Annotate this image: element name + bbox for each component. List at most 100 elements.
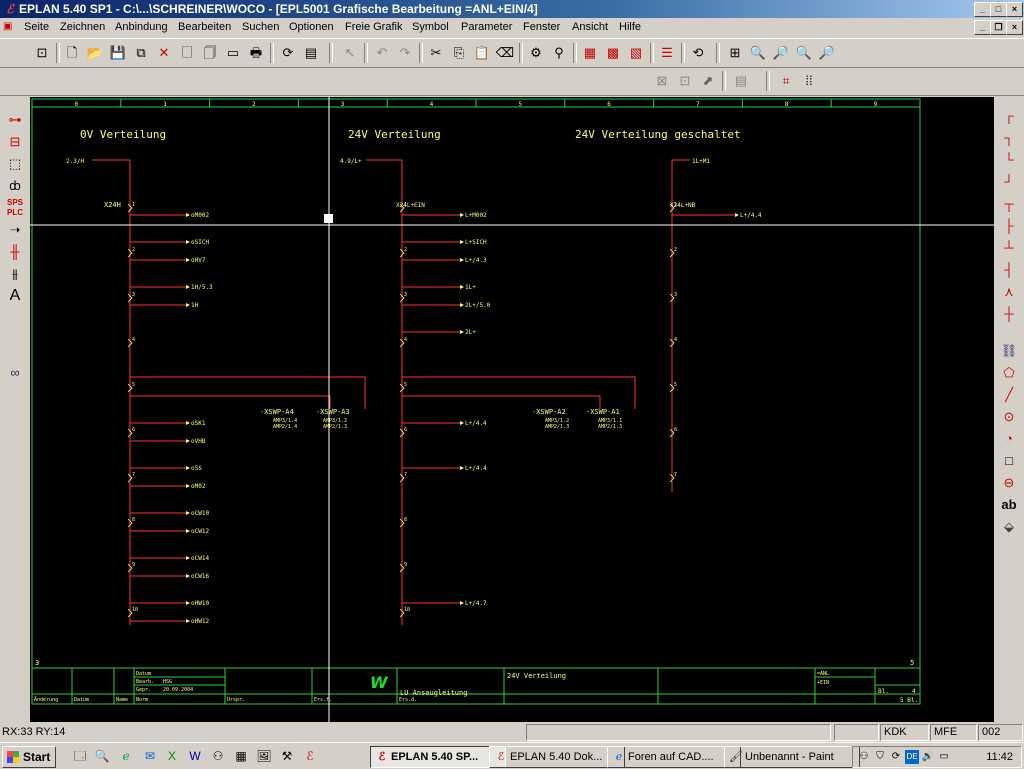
doc-minimize-button[interactable]: _	[974, 20, 991, 35]
maximize-button[interactable]: □	[990, 2, 1007, 17]
page-copy-icon[interactable]: ▭	[223, 43, 243, 63]
schematic-icon[interactable]: ⊶	[3, 110, 27, 130]
zoom-window-icon[interactable]: 🔎	[771, 43, 791, 63]
grid-snap-icon[interactable]: ⌗	[776, 71, 796, 91]
glasses-icon[interactable]: ∞	[3, 363, 27, 383]
redo-icon[interactable]: ↷	[395, 43, 415, 63]
minimize-button[interactable]: _	[974, 2, 991, 17]
contact-icon[interactable]: ȸ	[3, 176, 27, 196]
doc-restore-button[interactable]: ❐	[990, 20, 1007, 35]
tee-right-icon[interactable]: ├	[997, 216, 1021, 236]
corner-bottom-left-icon[interactable]: └	[997, 150, 1021, 170]
calculator-icon[interactable]: ▦	[233, 748, 249, 764]
list-icon[interactable]: ☰	[657, 43, 677, 63]
device-icon[interactable]: ⊟	[3, 132, 27, 152]
sps-plc-icon[interactable]: SPS PLC	[3, 198, 27, 218]
rectangle-icon[interactable]: □	[997, 451, 1021, 471]
page-properties-icon[interactable]: ▤	[301, 43, 321, 63]
connection-icon[interactable]: ⚲	[549, 43, 569, 63]
menu-zeichnen[interactable]: Zeichnen	[60, 18, 105, 36]
delete-icon[interactable]: ✕	[154, 43, 174, 63]
copy-icon[interactable]: ⎘	[449, 43, 469, 63]
menu-symbol[interactable]: Symbol	[412, 18, 449, 36]
cable-route-icon[interactable]: ⬈	[698, 71, 718, 91]
security-tray-icon[interactable]: ⛉	[873, 750, 887, 764]
tee-up-icon[interactable]: ┴	[997, 238, 1021, 258]
menu-ansicht[interactable]: Ansicht	[572, 18, 608, 36]
search-icon[interactable]: 🔍	[94, 748, 110, 764]
copy-page-icon[interactable]: ⧉	[131, 43, 151, 63]
menu-bearbeiten[interactable]: Bearbeiten	[178, 18, 231, 36]
polyline-icon[interactable]: ⬠	[997, 363, 1021, 383]
page-prev-icon[interactable]: 🗌	[177, 43, 197, 63]
eplan-quick-icon[interactable]: ℰ	[302, 748, 318, 764]
circle-icon[interactable]: ⊙	[997, 407, 1021, 427]
tools-icon[interactable]: ⚒	[279, 748, 295, 764]
outlook-icon[interactable]: ✉	[142, 748, 158, 764]
network-tray-icon[interactable]: ⚇	[857, 750, 871, 764]
corner-top-left-icon[interactable]: ┌	[997, 106, 1021, 126]
paste-icon[interactable]: 📋	[472, 43, 492, 63]
word-icon[interactable]: W	[187, 748, 203, 764]
doc-close-button[interactable]: ×	[1006, 20, 1023, 35]
task-eplan-doc[interactable]: ℰ EPLAN 5.40 Dok...	[489, 746, 625, 768]
excel-icon[interactable]: X	[164, 748, 180, 764]
text-ab-icon[interactable]: ab	[997, 495, 1021, 515]
drawing-canvas[interactable]: 0 1 2 3 4 5 6 7 8 9 0V Verteilung 24V Verteilung …	[30, 97, 994, 722]
hatch-icon[interactable]: ⬙	[997, 517, 1021, 537]
terminal-strip-icon[interactable]: ╫	[3, 242, 27, 262]
pointer-icon[interactable]: ↖	[340, 43, 360, 63]
language-indicator[interactable]: DE	[905, 750, 919, 764]
text-icon[interactable]: A	[3, 286, 27, 306]
cable-icon[interactable]: ⊠	[652, 71, 672, 91]
terminal-icon[interactable]: ▤	[731, 71, 751, 91]
symbol-macro-icon[interactable]: ▧	[626, 43, 646, 63]
arrow-right-icon[interactable]: ➝	[3, 220, 27, 240]
cross-icon[interactable]: ┼	[997, 304, 1021, 324]
zoom-previous-icon[interactable]: 🔎	[817, 43, 837, 63]
menu-hilfe[interactable]: Hilfe	[619, 18, 641, 36]
cable-edit-icon[interactable]: ⊡	[675, 71, 695, 91]
line-icon[interactable]: ╱	[997, 385, 1021, 405]
paint-icon[interactable]: 🖼	[256, 748, 272, 764]
zoom-out-icon[interactable]: 🔍	[794, 43, 814, 63]
task-foren[interactable]: ℯ Foren auf CAD....	[607, 746, 741, 768]
menu-parameter[interactable]: Parameter	[461, 18, 512, 36]
redraw-icon[interactable]: ⟲	[688, 43, 708, 63]
branch-icon[interactable]: ⋏	[997, 282, 1021, 302]
ellipse-icon[interactable]: ⊖	[997, 473, 1021, 493]
display-tray-icon[interactable]: ▭	[937, 750, 951, 764]
ie-icon[interactable]: ℯ	[118, 748, 134, 764]
sync-tray-icon[interactable]: ⟳	[889, 750, 903, 764]
page-next-icon[interactable]: 🗍	[200, 43, 220, 63]
new-file-icon[interactable]: 🗋	[62, 43, 82, 63]
task-paint[interactable]: 🖌 Unbenannt - Paint	[724, 746, 860, 768]
cable-symbol-icon[interactable]: ⫵	[3, 264, 27, 284]
zoom-fit-icon[interactable]: ⊞	[725, 43, 745, 63]
close-button[interactable]: ×	[1006, 2, 1023, 17]
eraser-icon[interactable]: ⌫	[495, 43, 515, 63]
page-open-icon[interactable]: ⊡	[32, 43, 52, 63]
start-button[interactable]: Start	[2, 746, 56, 768]
menu-freie-grafik[interactable]: Freie Grafik	[345, 18, 402, 36]
corner-top-right-icon[interactable]: ┐	[997, 128, 1021, 148]
arc-icon[interactable]: ◔	[997, 429, 1021, 449]
refresh-icon[interactable]: ⟳	[278, 43, 298, 63]
menu-anbindung[interactable]: Anbindung	[115, 18, 168, 36]
document-menu-icon[interactable]: ▣	[3, 20, 16, 33]
menu-seite[interactable]: Seite	[24, 18, 49, 36]
open-folder-icon[interactable]: 📂	[85, 43, 105, 63]
network-icon[interactable]: ⚇	[210, 748, 226, 764]
menu-suchen[interactable]: Suchen	[242, 18, 279, 36]
menu-fenster[interactable]: Fenster	[523, 18, 560, 36]
menu-optionen[interactable]: Optionen	[289, 18, 334, 36]
plc-box-icon[interactable]: ⬚	[3, 154, 27, 174]
macro-icon[interactable]: ▦	[580, 43, 600, 63]
cut-icon[interactable]: ✂	[426, 43, 446, 63]
zoom-in-icon[interactable]: 🔍	[748, 43, 768, 63]
print-icon[interactable]: 🖶	[246, 43, 266, 63]
tee-left-icon[interactable]: ┤	[997, 260, 1021, 280]
task-eplan[interactable]: ℰ EPLAN 5.40 SP...	[370, 746, 506, 768]
chain-icon[interactable]: ⛓	[997, 341, 1021, 361]
undo-icon[interactable]: ↶	[372, 43, 392, 63]
